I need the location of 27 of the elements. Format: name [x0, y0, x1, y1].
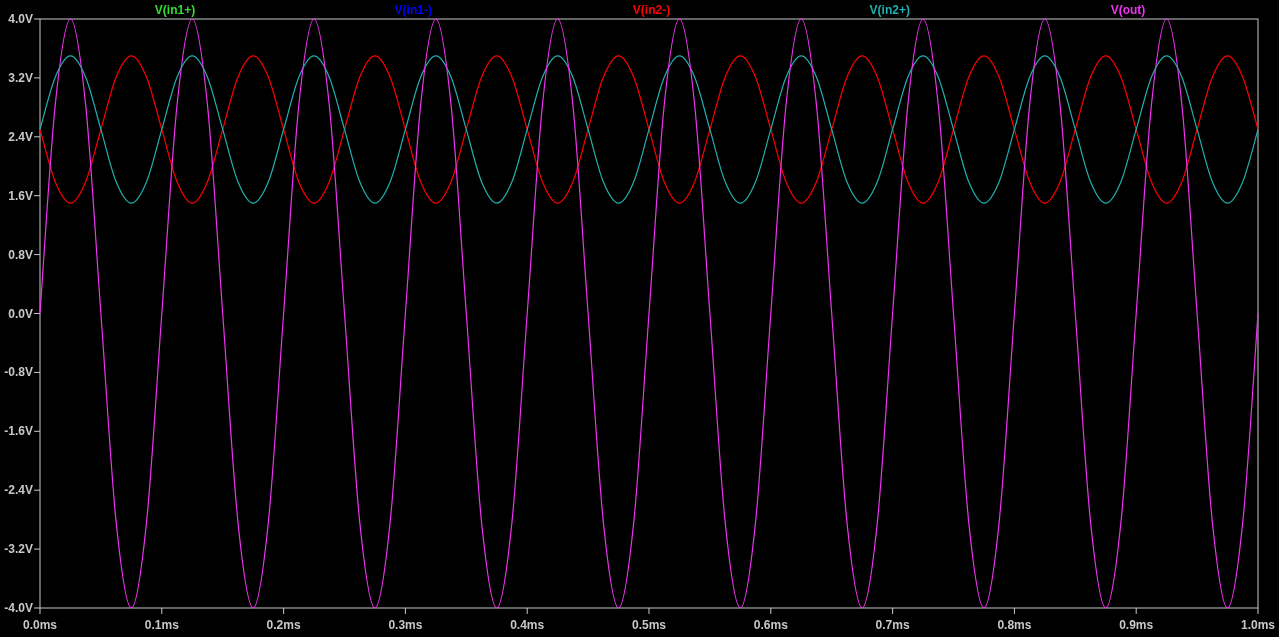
x-axis-label: 0.4ms — [510, 618, 545, 632]
y-axis-label: 1.6V — [8, 188, 33, 203]
x-axis-label: 0.0ms — [23, 618, 57, 632]
y-axis-label: 2.4V — [8, 129, 33, 144]
x-axis-label: 0.1ms — [144, 618, 179, 632]
y-axis-label: -0.8V — [4, 365, 33, 380]
line-series — [39, 55, 1259, 204]
x-axis-label: 0.8ms — [997, 618, 1032, 632]
x-axis-label: 0.5ms — [632, 618, 666, 632]
y-axis-label: -1.6V — [4, 424, 33, 439]
x-axis-label: 0.7ms — [875, 618, 910, 632]
y-axis-label: 0.0V — [8, 306, 33, 321]
x-axis-label: 0.2ms — [266, 618, 301, 632]
trace-label[interactable]: V(in1+) — [154, 3, 196, 17]
trace-label[interactable]: V(in2-) — [632, 3, 671, 17]
x-axis-label: 1.0ms — [1241, 618, 1275, 632]
y-axis-label: 3.2V — [8, 70, 33, 85]
trace-label[interactable]: V(out) — [1110, 3, 1146, 17]
y-axis-label: 0.8V — [8, 247, 33, 262]
x-axis-label: 0.6ms — [753, 618, 788, 632]
trace-label[interactable]: V(in2+) — [869, 3, 910, 17]
y-axis-label: -2.4V — [4, 483, 33, 498]
y-axis-label: -3.2V — [4, 542, 33, 557]
x-axis-label: 0.3ms — [388, 618, 423, 632]
x-axis-label: 0.9ms — [1119, 618, 1154, 632]
y-axis-label: -4.0V — [4, 601, 33, 615]
y-axis-label: 4.0V — [8, 12, 33, 26]
